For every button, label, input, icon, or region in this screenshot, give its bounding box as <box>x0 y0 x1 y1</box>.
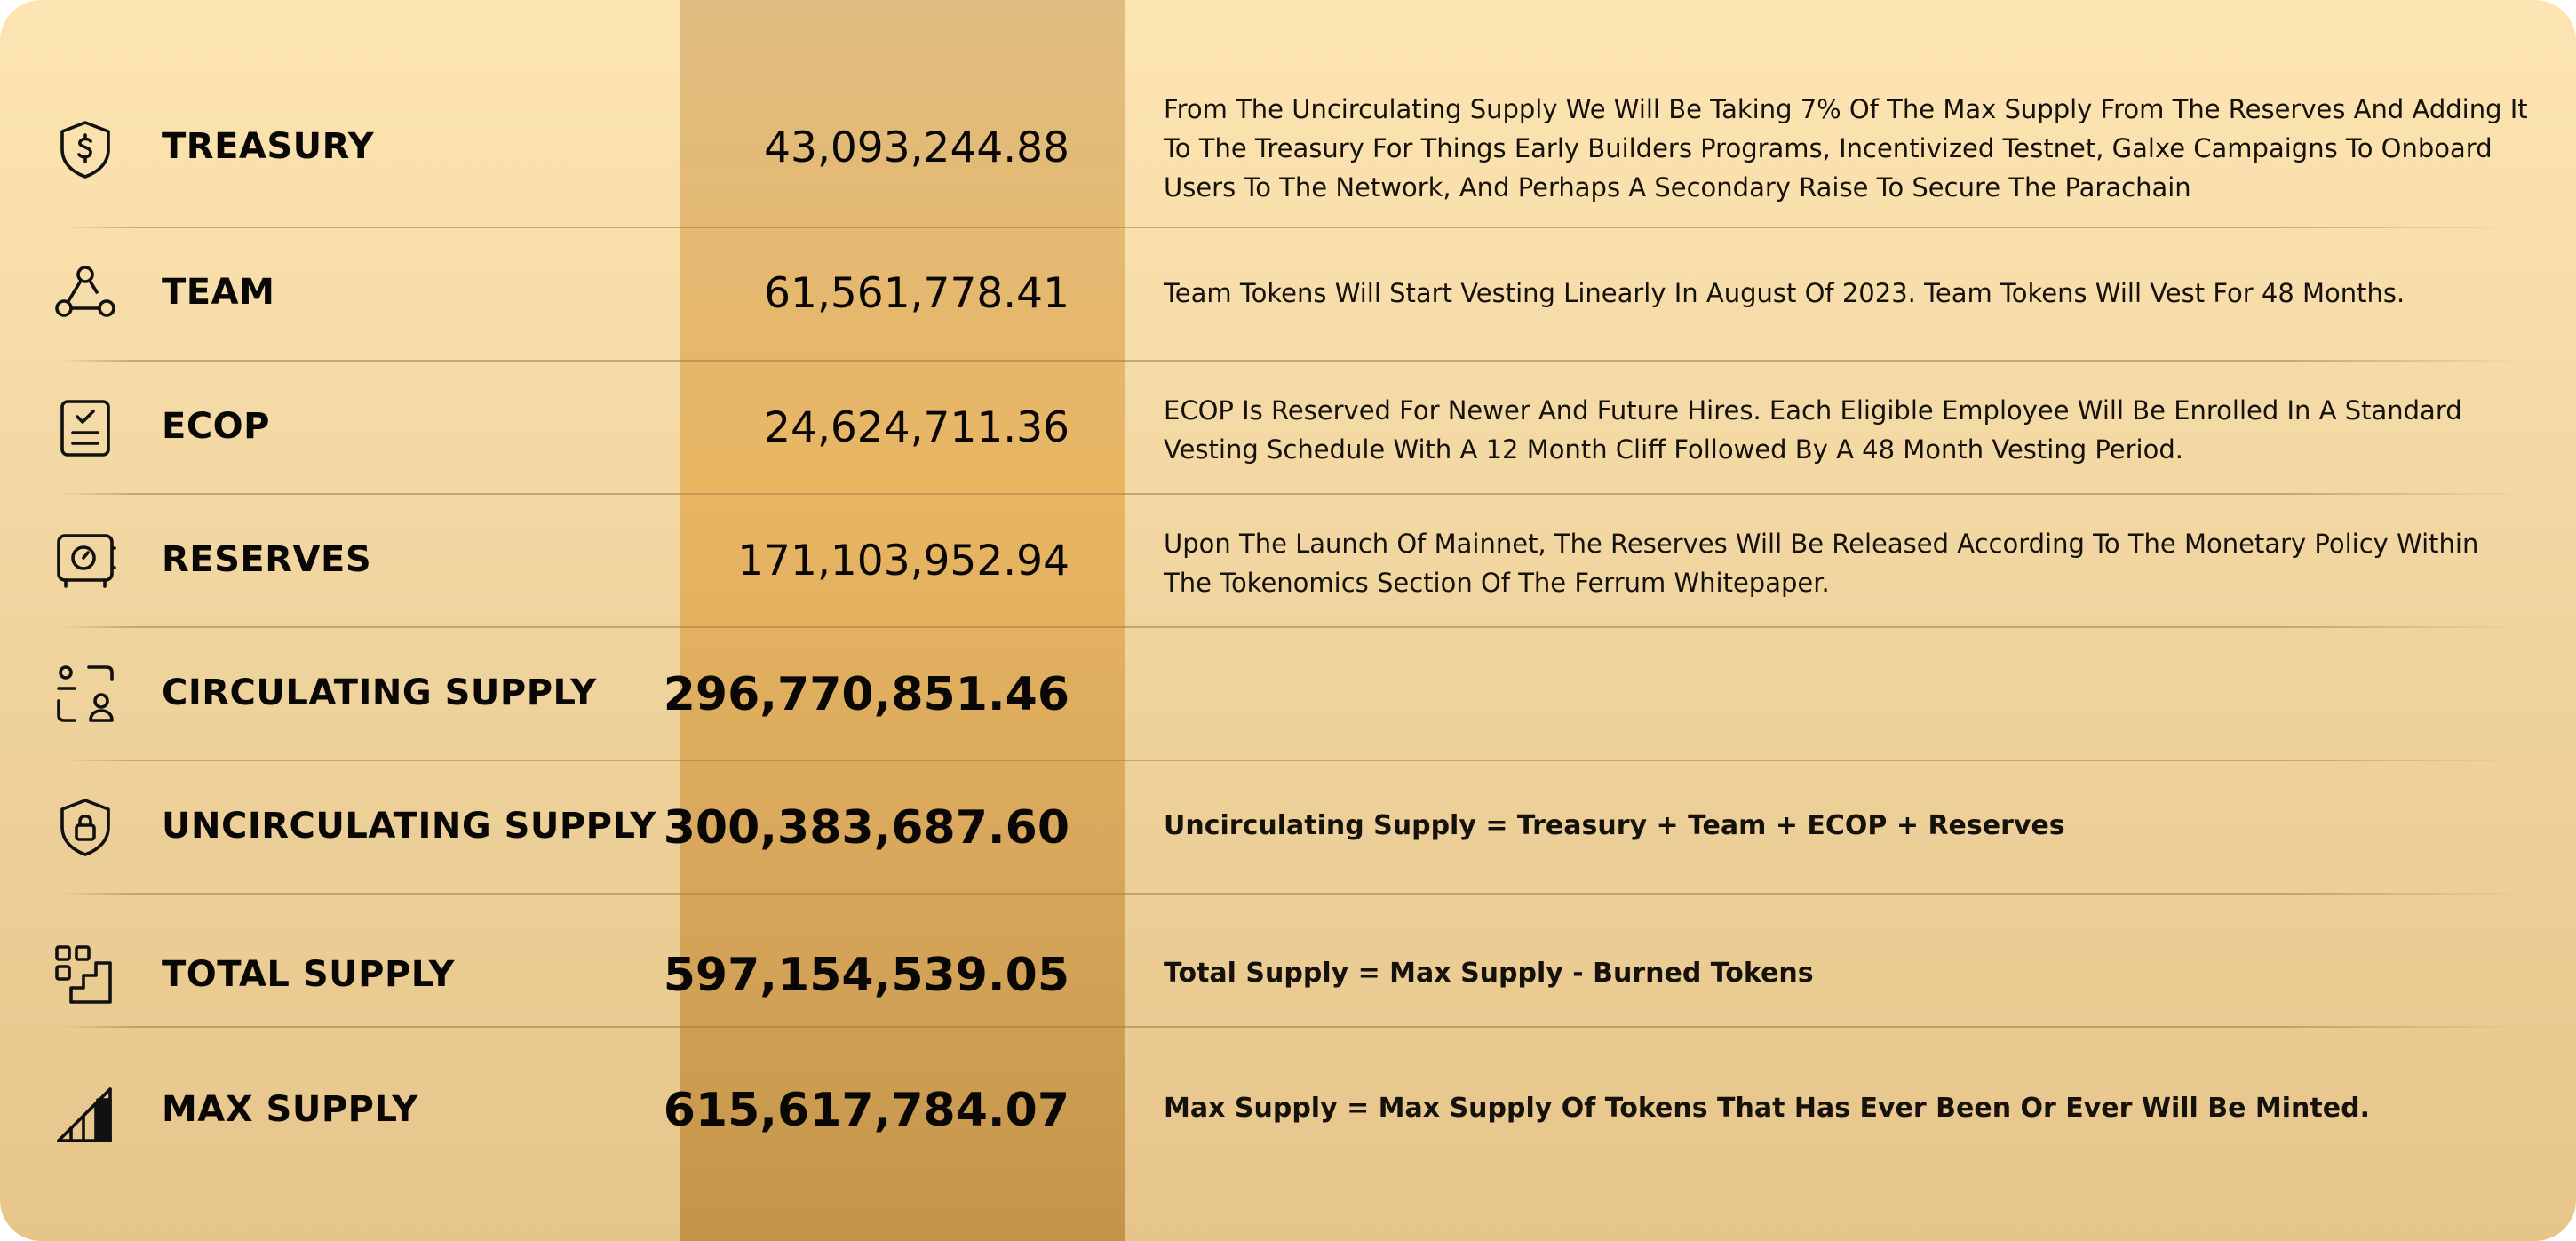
row-treasury: TREASURY 43,093,244.88 From The Uncircul… <box>0 0 2576 227</box>
row-value: 597,154,539.05 <box>663 949 1069 1002</box>
row-label: CIRCULATING SUPPLY <box>162 672 597 713</box>
row-reserves: RESERVES 171,103,952.94 Upon The Launch … <box>0 494 2576 627</box>
users-circulating-icon <box>53 662 117 726</box>
row-value: 24,624,711.36 <box>764 403 1069 452</box>
row-value: 296,770,851.46 <box>663 668 1069 721</box>
row-value: 43,093,244.88 <box>764 123 1069 172</box>
row-team: TEAM 61,561,778.41 Team Tokens Will Star… <box>0 227 2576 361</box>
row-description: Total Supply = Max Supply - Burned Token… <box>1164 958 1814 989</box>
row-label: RESERVES <box>162 539 372 580</box>
row-description: Max Supply = Max Supply Of Tokens That H… <box>1164 1093 2370 1124</box>
row-value: 615,617,784.07 <box>663 1084 1069 1137</box>
row-value: 61,561,778.41 <box>764 269 1069 318</box>
blocks-stairs-icon <box>53 943 117 1007</box>
row-label: TEAM <box>162 272 275 313</box>
tokenomics-card: TREASURY 43,093,244.88 From The Uncircul… <box>0 0 2576 1241</box>
row-label: MAX SUPPLY <box>162 1089 418 1130</box>
row-description: Uncirculating Supply = Treasury + Team +… <box>1164 810 2065 841</box>
row-uncirculating-supply: UNCIRCULATING SUPPLY 300,383,687.60 Unci… <box>0 760 2576 894</box>
row-label: UNCIRCULATING SUPPLY <box>162 806 656 847</box>
row-label: TREASURY <box>162 126 375 167</box>
row-circulating-supply: CIRCULATING SUPPLY 296,770,851.46 <box>0 627 2576 760</box>
row-ecop: ECOP 24,624,711.36 ECOP Is Reserved For … <box>0 361 2576 494</box>
row-value: 171,103,952.94 <box>737 537 1069 585</box>
row-total-supply: TOTAL SUPPLY 597,154,539.05 Total Supply… <box>0 894 2576 1027</box>
row-max-supply: MAX SUPPLY 615,617,784.07 Max Supply = M… <box>0 1027 2576 1241</box>
dollar-shield-icon <box>53 117 117 181</box>
lock-shield-icon <box>53 795 117 859</box>
row-description: Upon The Launch Of Mainnet, The Reserves… <box>1164 529 2479 598</box>
row-description: Team Tokens Will Start Vesting Linearly … <box>1164 278 2405 308</box>
row-label: ECOP <box>162 406 270 447</box>
row-description: From The Uncirculating Supply We Will Be… <box>1164 94 2528 203</box>
clipboard-check-icon <box>53 395 117 459</box>
signal-bars-icon <box>53 1084 117 1148</box>
row-description: ECOP Is Reserved For Newer And Future Hi… <box>1164 395 2462 465</box>
team-network-icon <box>53 262 117 326</box>
vault-safe-icon <box>53 529 117 593</box>
row-value: 300,383,687.60 <box>663 801 1069 855</box>
row-label: TOTAL SUPPLY <box>162 954 455 995</box>
